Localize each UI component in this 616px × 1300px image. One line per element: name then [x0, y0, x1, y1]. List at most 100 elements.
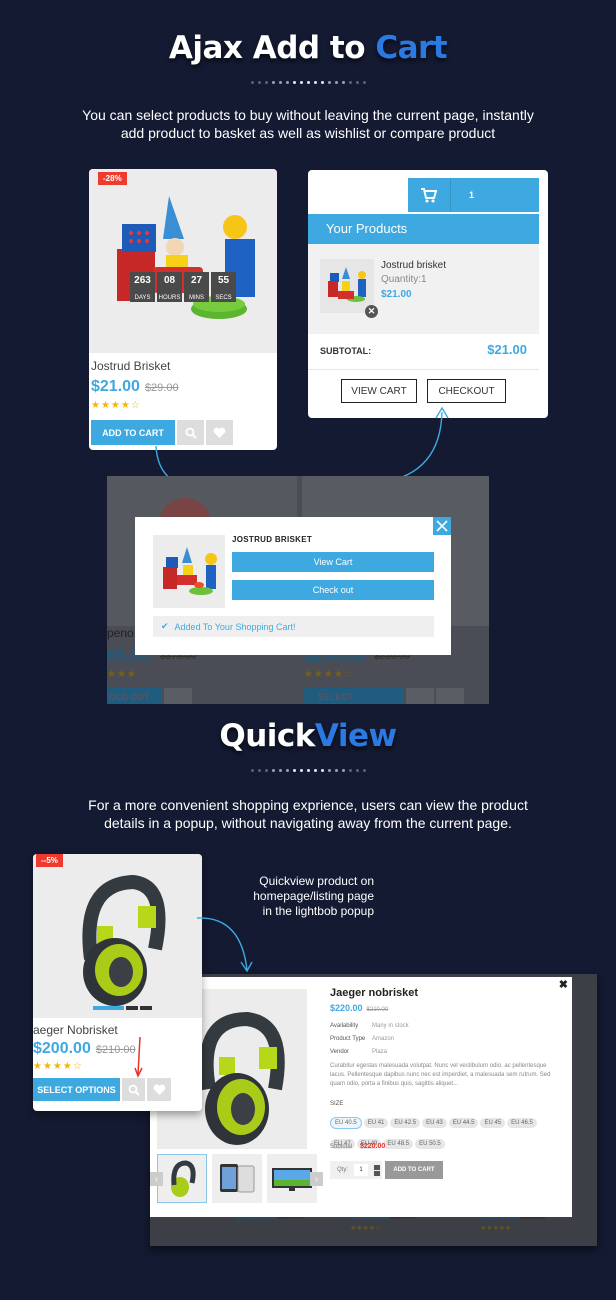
annotation-line: Quickview product on: [259, 874, 374, 888]
popup-view-cart-button[interactable]: View Cart: [232, 552, 434, 572]
spec-label: Vendor: [330, 1049, 350, 1055]
countdown-days: 263 DAYS: [130, 272, 155, 302]
size-option[interactable]: EU 43: [422, 1118, 447, 1128]
countdown-unit: DAYS: [134, 295, 151, 301]
cart-toggle-button[interactable]: 1: [408, 178, 539, 212]
divider-dot: [271, 81, 275, 84]
success-message: Added To Your Shopping Cart!: [174, 621, 296, 632]
divider-dot: [264, 769, 268, 772]
cart-item-name[interactable]: Jostrud brisket: [381, 260, 446, 271]
thumbnail-tablet[interactable]: [212, 1154, 262, 1203]
divider-dot: [271, 769, 275, 772]
bg-rating-stars: ★★★★☆: [350, 1225, 382, 1232]
countdown-unit: HOURS: [158, 295, 181, 301]
remove-item-icon[interactable]: ✕: [365, 305, 378, 318]
size-option[interactable]: EU 46.5: [507, 1118, 537, 1128]
close-popup-button[interactable]: [433, 517, 451, 535]
description-line: You can select products to buy without l…: [82, 107, 534, 123]
bg-rating-stars: ★★★★☆: [304, 669, 354, 680]
title-accent: Cart: [375, 30, 448, 66]
divider-dot: [362, 81, 366, 84]
size-option[interactable]: EU 42.5: [390, 1118, 421, 1128]
discount-badge: --5%: [36, 854, 63, 867]
search-icon: [128, 1084, 140, 1096]
size-option[interactable]: EU 44.5: [448, 1118, 479, 1128]
slide-indicator[interactable]: [140, 1006, 152, 1010]
product-card: --5% aeger Nobrisket $200.00 $210.00 ★★★…: [33, 854, 202, 1111]
qty-increase-button[interactable]: [374, 1164, 381, 1170]
qty-input[interactable]: 1: [354, 1164, 369, 1176]
product-name[interactable]: aeger Nobrisket: [33, 1023, 118, 1037]
divider-dot: [278, 769, 282, 772]
headphones-image: [82, 874, 166, 1006]
popup-checkout-button[interactable]: Check out: [232, 580, 434, 600]
thumbnail-next-arrow[interactable]: ›: [310, 1172, 323, 1186]
slide-indicator[interactable]: [126, 1006, 138, 1010]
subtotal-value: $21.00: [487, 342, 527, 357]
cart-count: 1: [469, 190, 475, 200]
thumbnail-prev-arrow[interactable]: ‹: [150, 1172, 163, 1186]
select-options-button[interactable]: SELECT OPTIONS: [33, 1078, 120, 1101]
divider-dot: [313, 81, 317, 84]
product-name[interactable]: Jostrud Brisket: [91, 359, 170, 373]
size-option[interactable]: EU 48.5: [383, 1139, 414, 1149]
title-text: Ajax Add to: [168, 30, 376, 66]
quickview-price: $220.00: [330, 1003, 363, 1013]
countdown-secs: 55 SECS: [211, 272, 236, 302]
subtotal-label: SUBTOTAL:: [320, 346, 372, 356]
qty-label: Qty:: [337, 1167, 349, 1173]
quickview-price-row: $220.00 $210.00: [330, 1003, 388, 1013]
section-title-ajax-cart: Ajax Add to Cart: [0, 30, 616, 66]
countdown-value: 08: [163, 275, 176, 286]
divider-dot: [257, 81, 261, 84]
thumbnail-headphones[interactable]: [157, 1154, 207, 1203]
quickview-modal: ✖ ‹ › Jaeger nobrisket $220.00 $210.00 A…: [150, 977, 572, 1217]
mini-cart-panel: 1 Your Products ✕ Jostrud brisket Quanti…: [308, 170, 548, 418]
close-icon[interactable]: ✖: [559, 978, 568, 991]
quickview-add-to-cart-button[interactable]: ADD TO CART: [385, 1161, 443, 1179]
divider-dot: [292, 81, 296, 84]
popup-product-image: [153, 535, 225, 608]
checkout-button[interactable]: CHECKOUT: [427, 379, 506, 403]
quickview-subtotal-value: $220.00: [360, 1143, 386, 1150]
size-option[interactable]: EU 45: [480, 1118, 506, 1128]
divider-dot: [341, 769, 345, 772]
divider-dot: [334, 81, 338, 84]
divider-dot: [299, 81, 303, 84]
curved-arrow-icon: [196, 917, 253, 973]
divider-dot: [320, 769, 324, 772]
qty-spinner: [374, 1164, 381, 1176]
divider-dot: [306, 769, 310, 772]
spec-row: Vendor Plaza: [330, 1046, 409, 1059]
description-line: details in a popup, without navigating a…: [104, 815, 512, 831]
qty-decrease-button[interactable]: [374, 1170, 381, 1176]
product-image[interactable]: [89, 169, 277, 353]
bg-quickview-button: [406, 688, 434, 704]
red-pointer-arrow-icon: [134, 1036, 143, 1078]
product-price: $200.00: [33, 1040, 91, 1057]
size-option[interactable]: EU 50.5: [415, 1139, 445, 1149]
countdown-value: 27: [190, 275, 203, 286]
quickview-annotation: Quickview product on homepage/listing pa…: [218, 874, 374, 919]
countdown-mins: 27 MINS: [184, 272, 209, 302]
quickview-button[interactable]: [122, 1078, 145, 1101]
divider-dot: [250, 769, 254, 772]
annotation-line: homepage/listing page: [253, 889, 374, 903]
product-image[interactable]: [33, 854, 202, 1018]
size-option[interactable]: EU 40.5: [330, 1117, 362, 1129]
view-cart-button[interactable]: VIEW CART: [341, 379, 417, 403]
wishlist-button[interactable]: [147, 1078, 171, 1101]
cart-item-thumbnail[interactable]: [320, 259, 374, 313]
bg-select-options-button: SELECT OPTIONS: [304, 688, 404, 704]
divider-dot: [278, 81, 282, 84]
divider-dot: [320, 81, 324, 84]
success-message-bar: ✔ Added To Your Shopping Cart!: [153, 616, 434, 637]
shopping-cart-icon: [421, 187, 437, 202]
slide-indicator-active[interactable]: [93, 1006, 124, 1010]
divider-dot: [285, 769, 289, 772]
divider-dot: [313, 769, 317, 772]
countdown-unit: SECS: [215, 295, 232, 301]
quickview-specs: Availability Many in stock Product Type Ama…: [330, 1020, 409, 1059]
bg-sold-out-button: OLD OUT: [107, 688, 162, 704]
size-option[interactable]: EU 41: [363, 1118, 389, 1128]
